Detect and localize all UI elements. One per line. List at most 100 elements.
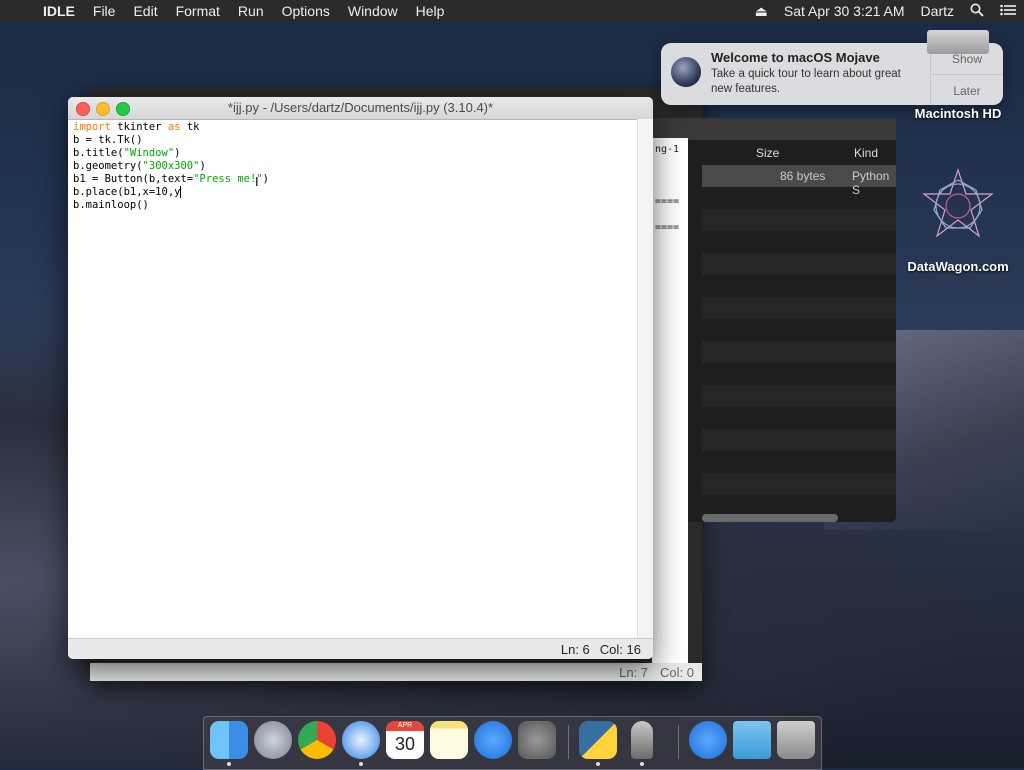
dock-idle-icon[interactable] [579, 721, 617, 759]
datawagon-label: DataWagon.com [907, 259, 1009, 274]
dock-running-indicator [227, 762, 231, 766]
editor-title: *ijj.py - /Users/dartz/Documents/ijj.py … [227, 100, 494, 115]
dock-separator [678, 725, 679, 759]
menu-run[interactable]: Run [229, 3, 273, 19]
code-text: tk [180, 121, 200, 133]
dock-finder-icon[interactable] [210, 721, 248, 759]
code-text: tkinter [110, 121, 168, 133]
ibeam-cursor-icon: I [255, 174, 259, 189]
idle-editor-window[interactable]: *ijj.py - /Users/dartz/Documents/ijj.py … [68, 97, 653, 659]
code-text: ) [174, 147, 181, 159]
finder-col-kind[interactable]: Kind [854, 146, 878, 160]
code-line: b.mainloop() [73, 199, 638, 212]
code-editor[interactable]: import tkinter as tk b = tk.Tk() b.title… [68, 119, 638, 639]
menu-edit[interactable]: Edit [124, 3, 166, 19]
editor-vertical-scrollbar[interactable] [637, 119, 653, 639]
status-line: Ln: 6 [560, 641, 590, 657]
dock: APR 30 [203, 716, 822, 770]
finder-empty-row [702, 341, 896, 363]
desktop-datawagon[interactable]: DataWagon.com [900, 166, 1016, 274]
finder-empty-row [702, 209, 896, 231]
shell-fragment: ==== [655, 222, 680, 233]
code-text: b.mainloop() [73, 199, 149, 211]
code-keyword: import [73, 121, 111, 133]
text-caret [180, 186, 182, 198]
finder-horizontal-scrollbar[interactable] [702, 514, 838, 522]
code-line: b.place(b1,x=10,y [73, 186, 638, 199]
code-text: ) [262, 173, 269, 185]
dock-running-indicator [596, 762, 600, 766]
menu-file[interactable]: File [84, 3, 125, 19]
dock-downloads-icon[interactable] [689, 721, 727, 759]
finder-window[interactable]: Size Kind 86 bytes Python S [652, 118, 896, 522]
menu-help[interactable]: Help [407, 3, 454, 19]
code-string: "Window" [123, 147, 175, 159]
menu-window[interactable]: Window [339, 3, 407, 19]
code-text: b = tk.Tk() [73, 134, 143, 146]
calendar-day: 30 [394, 734, 416, 754]
finder-file-row[interactable]: 86 bytes Python S [702, 165, 896, 197]
code-text: b1 = Button(b,text= [73, 173, 194, 185]
dock-safari-icon[interactable] [342, 721, 380, 759]
menubar: IDLE File Edit Format Run Options Window… [0, 0, 1024, 22]
dock-running-indicator [640, 762, 644, 766]
menubar-user[interactable]: Dartz [913, 3, 962, 19]
finder-toolbar [652, 118, 896, 140]
datawagon-logo-icon [922, 168, 994, 238]
menu-app-name[interactable]: IDLE [34, 3, 84, 19]
code-string: "300x300" [142, 160, 200, 172]
editor-status-bar: Ln: 6 Col: 16 [68, 638, 653, 659]
code-line: b.geometry("300x300") [73, 160, 638, 173]
eject-icon[interactable]: ⏏ [747, 3, 776, 20]
spotlight-search-icon[interactable] [962, 3, 992, 20]
macintosh-hd-label: Macintosh HD [914, 106, 1002, 121]
dock-system-preferences-icon[interactable] [518, 721, 556, 759]
editor-titlebar[interactable]: *ijj.py - /Users/dartz/Documents/ijj.py … [68, 97, 653, 120]
dock-app-store-icon[interactable] [474, 721, 512, 759]
dock-separator [568, 725, 569, 759]
finder-empty-row [702, 429, 896, 451]
shell-status-line: Ln: 7 [619, 664, 649, 680]
code-text: b.title( [73, 147, 124, 159]
finder-col-size[interactable]: Size [756, 146, 779, 160]
shell-status-bar: Ln: 7 Col: 0 [90, 663, 702, 681]
dock-calendar-icon[interactable]: APR 30 [386, 721, 424, 759]
finder-column-header: Size Kind [702, 142, 896, 162]
menu-format[interactable]: Format [167, 3, 229, 19]
finder-row-size: 86 bytes [780, 169, 826, 183]
code-text: ) [199, 160, 206, 172]
finder-empty-row [702, 297, 896, 319]
shell-status-col: Col: 0 [660, 664, 694, 680]
dock-running-indicator [359, 762, 363, 766]
mojave-icon [671, 57, 701, 87]
calendar-month: APR [386, 721, 424, 731]
dock-folder-icon[interactable] [733, 721, 771, 759]
code-line: b1 = Button(b,text="Press me!") [73, 173, 638, 186]
status-col: Col: 16 [599, 641, 641, 657]
finder-empty-row [702, 473, 896, 495]
dock-trash-icon[interactable] [777, 721, 815, 759]
finder-row-kind: Python S [852, 169, 890, 197]
notification-body: Take a quick tour to learn about great n… [711, 68, 901, 95]
dock-python-launcher-icon[interactable] [631, 721, 653, 759]
code-string: "Press me!" [193, 173, 263, 185]
finder-empty-row [702, 253, 896, 275]
shell-fragment: ng-1 [655, 144, 680, 155]
shell-fragment: ==== [655, 196, 680, 207]
code-text: b.geometry( [73, 160, 143, 172]
shell-text-area[interactable]: ng-1 ==== ==== [652, 138, 688, 663]
dock-launchpad-icon[interactable] [254, 721, 292, 759]
dock-chrome-icon[interactable] [298, 721, 336, 759]
code-line: import tkinter as tk [73, 121, 638, 134]
menu-options[interactable]: Options [273, 3, 339, 19]
dock-notes-icon[interactable] [430, 721, 468, 759]
code-keyword: as [167, 121, 181, 133]
desktop-macintosh-hd[interactable]: Macintosh HD [908, 30, 1008, 121]
code-line: b = tk.Tk() [73, 134, 638, 147]
notification-center-icon[interactable] [992, 3, 1024, 19]
finder-empty-row [702, 385, 896, 407]
hard-drive-icon [927, 30, 989, 54]
menubar-clock[interactable]: Sat Apr 30 3:21 AM [776, 3, 913, 19]
code-text: b.place(b1,x=10,y [73, 186, 181, 198]
notification-title: Welcome to macOS Mojave [711, 50, 880, 65]
